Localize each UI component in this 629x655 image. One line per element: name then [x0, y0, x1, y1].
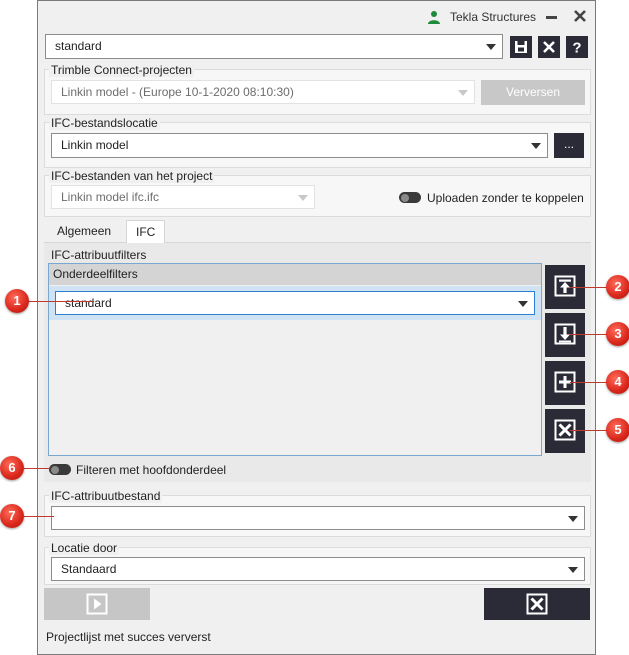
- save-button[interactable]: [510, 36, 532, 58]
- chevron-down-icon: [531, 143, 541, 149]
- location-select[interactable]: Linkin model: [51, 133, 548, 158]
- settings-select-value: standard: [55, 39, 102, 53]
- callout-2-leader: [570, 287, 610, 288]
- callout-5-leader: [570, 430, 610, 431]
- callout-2: 2: [606, 275, 629, 299]
- help-icon: ?: [572, 40, 581, 57]
- location-by-select[interactable]: Standaard: [51, 557, 585, 581]
- trimble-group-label: Trimble Connect-projecten: [49, 63, 194, 77]
- chevron-down-icon: [518, 301, 528, 307]
- callout-6: 6: [0, 456, 24, 480]
- delete-settings-button[interactable]: [538, 36, 560, 58]
- attr-file-group-label: IFC-attribuutbestand: [49, 489, 163, 503]
- settings-select[interactable]: standard: [45, 34, 503, 59]
- tab-ifc[interactable]: IFC: [126, 220, 166, 243]
- location-by-value: Standaard: [61, 562, 117, 576]
- callout-3: 3: [606, 322, 629, 346]
- svg-text:?: ?: [572, 40, 581, 57]
- location-group-label: IFC-bestandslocatie: [49, 116, 160, 130]
- add-filter-button[interactable]: [545, 361, 585, 405]
- callout-7: 7: [0, 504, 24, 528]
- filter-row[interactable]: standard: [49, 286, 541, 320]
- filter-main-part-label: Filteren met hoofdonderdeel: [76, 463, 227, 477]
- save-icon: [515, 41, 527, 53]
- filters-list-header-label: Onderdeelfilters: [53, 267, 138, 281]
- project-files-select[interactable]: Linkin model ifc.ifc: [51, 185, 315, 209]
- callout-1-leader: [24, 301, 94, 302]
- delete-icon: [543, 41, 555, 53]
- chevron-down-icon: [568, 567, 578, 573]
- filters-group-label: IFC-attribuutfilters: [51, 248, 147, 262]
- tab-general[interactable]: Algemeen: [48, 220, 120, 242]
- trimble-project-select[interactable]: Linkin model - (Europe 10-1-2020 08:10:3…: [51, 80, 475, 104]
- move-down-button[interactable]: [545, 313, 585, 357]
- status-message: Projectlijst met succes ververst: [46, 630, 211, 644]
- callout-6-leader: [24, 468, 50, 469]
- tab-ifc-label: IFC: [136, 225, 156, 239]
- trimble-project-value: Linkin model - (Europe 10-1-2020 08:10:3…: [61, 85, 294, 99]
- close-icon[interactable]: [572, 8, 588, 24]
- callout-4-leader: [570, 382, 610, 383]
- chevron-down-icon: [486, 44, 496, 50]
- help-button[interactable]: ?: [566, 36, 588, 58]
- location-select-value: Linkin model: [61, 138, 129, 152]
- callout-3-leader: [570, 334, 610, 335]
- attr-file-select[interactable]: [51, 506, 585, 530]
- location-by-group-label: Locatie door: [49, 541, 120, 555]
- filter-row-select[interactable]: standard: [55, 291, 535, 315]
- play-icon: [86, 593, 108, 615]
- chevron-down-icon: [458, 90, 468, 96]
- project-files-value: Linkin model ifc.ifc: [61, 190, 160, 204]
- callout-1: 1: [5, 289, 29, 313]
- dialog-window: Tekla Structures standard ? Trimble Conn…: [37, 0, 596, 655]
- tab-general-label: Algemeen: [57, 224, 112, 238]
- refresh-button[interactable]: Verversen: [481, 80, 585, 105]
- project-files-group-label: IFC-bestanden van het project: [49, 169, 215, 183]
- chevron-down-icon: [568, 516, 578, 522]
- callout-4: 4: [606, 370, 629, 394]
- filters-list: Onderdeelfilters standard: [48, 263, 542, 456]
- run-button[interactable]: [44, 588, 150, 620]
- cancel-button[interactable]: [484, 588, 590, 620]
- chevron-down-icon: [298, 195, 308, 201]
- upload-without-linking-toggle[interactable]: [399, 192, 421, 203]
- upload-without-linking-label: Uploaden zonder te koppelen: [427, 191, 584, 205]
- filter-row-value: standard: [65, 296, 112, 310]
- minimize-icon[interactable]: [545, 11, 559, 23]
- callout-5: 5: [606, 418, 629, 442]
- filters-list-header: Onderdeelfilters: [49, 264, 541, 285]
- cancel-icon: [526, 593, 548, 615]
- move-top-icon: [554, 275, 576, 297]
- browse-button-label: ...: [563, 137, 574, 151]
- remove-filter-button[interactable]: [545, 409, 585, 453]
- filter-main-part-toggle[interactable]: [49, 464, 71, 475]
- browse-button[interactable]: ...: [554, 133, 584, 158]
- user-icon: [428, 11, 440, 24]
- title-bar: Tekla Structures: [38, 1, 595, 33]
- callout-7-leader: [24, 516, 54, 517]
- app-title: Tekla Structures: [450, 10, 537, 24]
